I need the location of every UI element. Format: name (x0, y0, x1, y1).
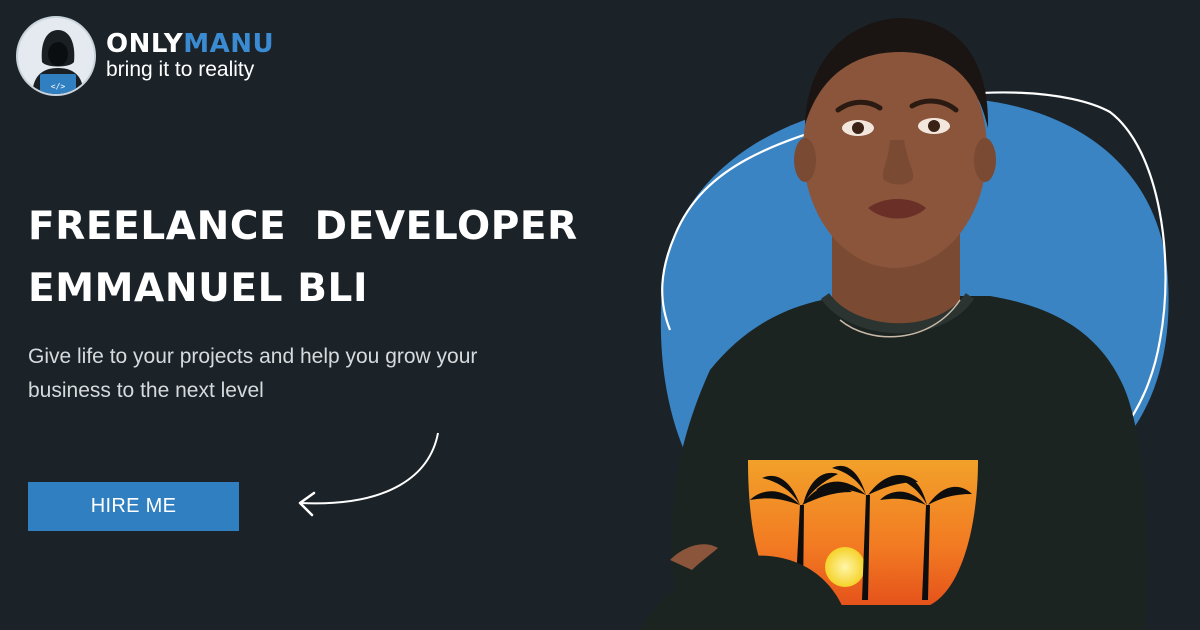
brand-text: ONLYMANU bring it to reality (106, 31, 274, 80)
laptop-badge: </> (51, 82, 66, 91)
brand-name-part1: ONLY (106, 29, 184, 60)
hero-title-line1: FREELANCE DEVELOPER (28, 204, 578, 249)
hire-me-button[interactable]: HIRE ME (28, 482, 239, 531)
brand-name-part2: MANU (183, 29, 275, 60)
hero-subtitle: Give life to your projects and help you … (28, 345, 478, 402)
brand-name: ONLYMANU (106, 31, 274, 58)
hero-title: FREELANCE DEVELOPER EMMANUEL BLI (28, 196, 578, 320)
developer-portrait (640, 18, 1169, 630)
curved-arrow-icon (298, 432, 439, 517)
hooded-coder-logo-icon: </> (16, 16, 96, 96)
brand-tagline: bring it to reality (106, 57, 255, 81)
brand-logo[interactable]: </> ONLYMANU bring it to reality (16, 16, 274, 96)
hero-title-line2: EMMANUEL BLI (28, 266, 369, 311)
